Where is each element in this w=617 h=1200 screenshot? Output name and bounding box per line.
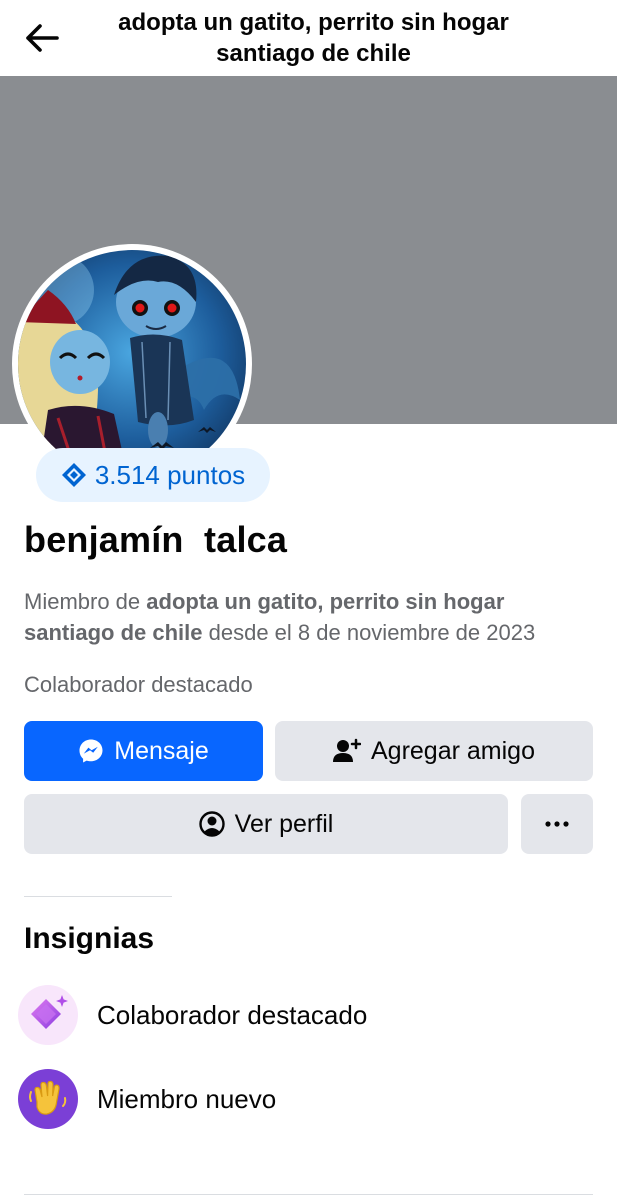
message-button-label: Mensaje: [114, 736, 209, 765]
badge-label: Colaborador destacado: [97, 999, 368, 1030]
top-bar: adopta un gatito, perrito sin hogar sant…: [0, 0, 617, 76]
badge-item[interactable]: Miembro nuevo: [18, 1068, 598, 1130]
sparkle-diamond-icon: [18, 985, 78, 1045]
messenger-icon: [79, 739, 103, 763]
points-badge[interactable]: 3.514 puntos: [36, 448, 270, 502]
badges-section-title: Insignias: [24, 922, 155, 955]
membership-info: Miembro de adopta un gatito, perrito sin…: [24, 586, 599, 648]
profile-circle-icon: [198, 811, 225, 837]
view-profile-label: Ver perfil: [234, 809, 334, 838]
badge-item[interactable]: Colaborador destacado: [18, 984, 598, 1046]
waving-hand-icon: [18, 1069, 78, 1129]
badge-label: Miembro nuevo: [97, 1083, 277, 1114]
avatar-image: [18, 250, 246, 478]
group-title-line-2: santiago de chile: [216, 40, 411, 67]
section-divider: [24, 896, 172, 897]
arrow-left-icon: [26, 24, 59, 52]
group-title: adopta un gatito, perrito sin hogar sant…: [70, 7, 557, 69]
membership-since: desde el 8 de noviembre de 2023: [202, 620, 536, 645]
more-options-button[interactable]: [521, 794, 593, 854]
diamond-points-icon: [61, 463, 86, 487]
add-friend-label: Agregar amigo: [371, 736, 535, 765]
points-label: 3.514 puntos: [94, 459, 246, 490]
message-button[interactable]: Mensaje: [24, 721, 263, 781]
group-title-line-1: adopta un gatito, perrito sin hogar: [118, 9, 509, 36]
add-friend-button[interactable]: Agregar amigo: [275, 721, 593, 781]
back-button[interactable]: [22, 20, 62, 56]
more-dots-icon: [545, 821, 569, 827]
member-role: Colaborador destacado: [24, 672, 253, 697]
profile-name: benjamín talca: [24, 519, 288, 560]
membership-prefix: Miembro de: [24, 589, 147, 614]
add-friend-icon: [333, 738, 361, 762]
bottom-divider: [24, 1194, 593, 1195]
view-profile-button[interactable]: Ver perfil: [24, 794, 508, 854]
